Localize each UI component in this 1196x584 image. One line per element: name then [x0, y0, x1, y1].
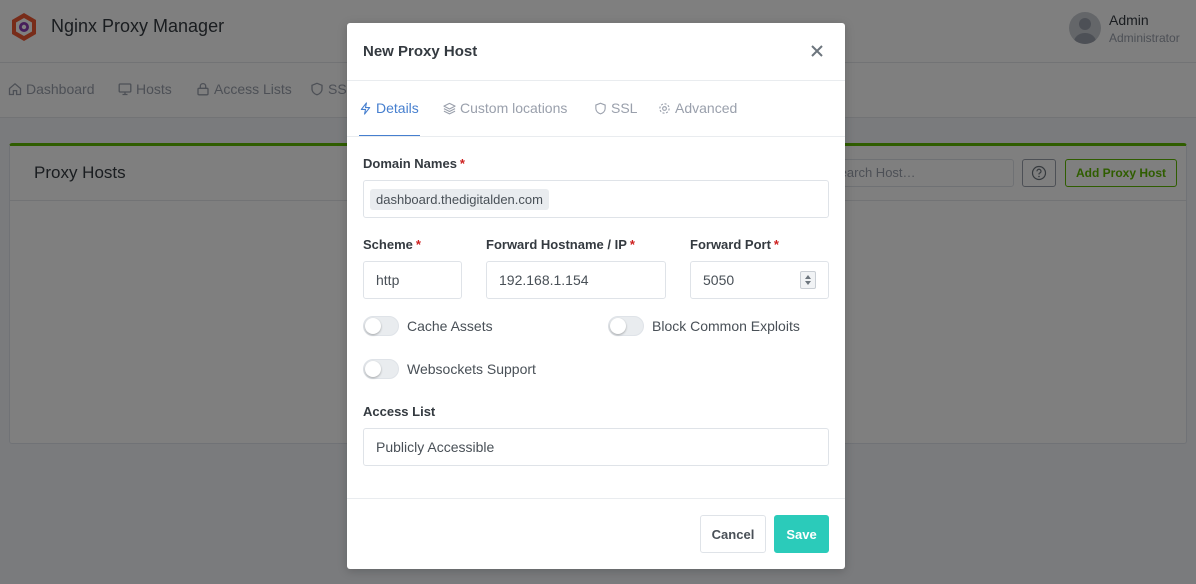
stepper-up-icon[interactable]	[805, 275, 811, 279]
access-list-select[interactable]: Publicly Accessible	[363, 428, 829, 466]
access-list-label: Access List	[363, 404, 436, 419]
block-common-exploits-label: Block Common Exploits	[652, 318, 800, 334]
close-icon[interactable]	[809, 43, 825, 59]
tabs-divider	[347, 136, 845, 137]
shield-icon	[595, 102, 606, 114]
tab-label: Details	[376, 100, 419, 116]
header-divider	[347, 80, 845, 81]
layers-icon	[443, 102, 456, 114]
tab-details[interactable]: Details	[359, 100, 419, 116]
block-common-exploits-toggle[interactable]	[608, 316, 644, 336]
new-proxy-host-dialog: New Proxy Host Details Custom locations …	[347, 23, 845, 569]
scheme-label: Scheme *	[363, 237, 421, 252]
footer-divider	[347, 498, 845, 499]
toggle-knob	[610, 318, 626, 334]
port-stepper[interactable]	[800, 271, 816, 289]
toggle-knob	[365, 361, 381, 377]
forward-port-input[interactable]: 5050	[690, 261, 829, 299]
required-asterisk: *	[773, 237, 779, 252]
domain-chip[interactable]: dashboard.thedigitalden.com	[370, 188, 549, 210]
tab-ssl[interactable]: SSL	[594, 100, 637, 116]
forward-hostname-input[interactable]: 192.168.1.154	[486, 261, 666, 299]
websockets-support-toggle[interactable]	[363, 359, 399, 379]
settings-icon	[659, 102, 670, 114]
domain-names-label: Domain Names *	[363, 156, 465, 171]
tab-label: SSL	[611, 100, 638, 116]
websockets-support-label: Websockets Support	[407, 361, 536, 377]
required-asterisk: *	[629, 237, 635, 252]
forward-hostname-label: Forward Hostname / IP *	[486, 237, 635, 252]
scheme-input[interactable]: http	[363, 261, 462, 299]
cancel-button[interactable]: Cancel	[700, 515, 766, 553]
domain-names-input[interactable]: dashboard.thedigitalden.com	[363, 180, 829, 218]
required-asterisk: *	[415, 237, 421, 252]
zap-icon	[360, 101, 371, 115]
tab-advanced[interactable]: Advanced	[658, 100, 737, 116]
modal-title: New Proxy Host	[363, 43, 478, 60]
cache-assets-label: Cache Assets	[407, 318, 493, 334]
cache-assets-toggle[interactable]	[363, 316, 399, 336]
forward-port-label: Forward Port *	[690, 237, 779, 252]
tab-label: Custom locations	[460, 100, 568, 116]
stepper-down-icon[interactable]	[805, 281, 811, 285]
tab-custom-locations[interactable]: Custom locations	[443, 100, 567, 116]
tab-label: Advanced	[675, 100, 738, 116]
required-asterisk: *	[459, 156, 465, 171]
save-button[interactable]: Save	[774, 515, 829, 553]
toggle-knob	[365, 318, 381, 334]
